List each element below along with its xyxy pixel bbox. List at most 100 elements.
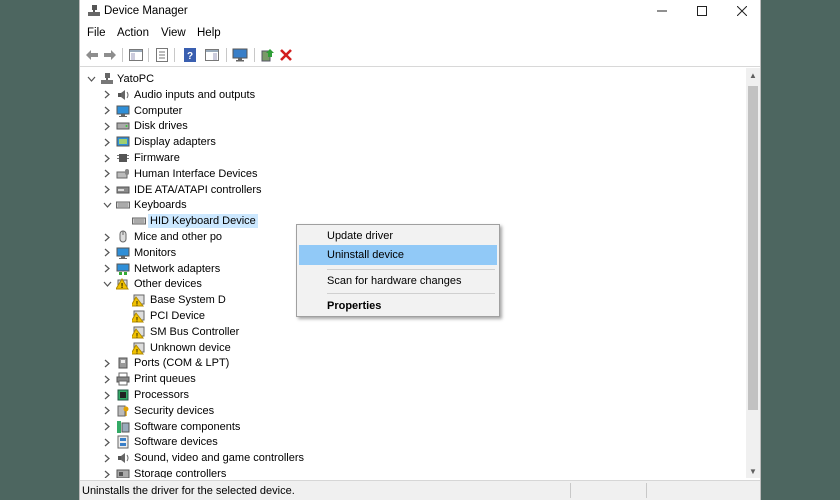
mouse-icon <box>119 230 127 243</box>
tree-category-label: Software devices <box>134 436 218 449</box>
tree-category-row[interactable]: Keyboards <box>80 197 380 213</box>
tree-category-row[interactable]: Firmware <box>80 150 380 166</box>
back-button[interactable] <box>84 47 100 63</box>
scan-hardware-button[interactable] <box>232 47 248 63</box>
tree-category-row[interactable]: Storage controllers <box>80 466 380 478</box>
maximize-icon <box>697 6 707 16</box>
svg-text:!: ! <box>136 318 138 324</box>
window-title: Device Manager <box>104 5 188 17</box>
menu-item-uninstall-device[interactable]: Uninstall device <box>299 245 497 265</box>
maximize-button[interactable] <box>682 0 722 22</box>
computer-monitor-icon <box>116 105 130 117</box>
storage-controller-icon <box>116 469 130 478</box>
svg-text:!: ! <box>136 302 138 308</box>
tree-category-row[interactable]: Processors <box>80 387 380 403</box>
tree-category-label: Audio inputs and outputs <box>134 88 256 101</box>
collapsed-chevron-icon[interactable] <box>102 150 112 166</box>
collapsed-chevron-icon[interactable] <box>102 466 112 478</box>
status-bar: Uninstalls the driver for the selected d… <box>80 480 760 500</box>
tree-device-row[interactable]: ! Unknown device <box>80 340 380 356</box>
collapsed-chevron-icon[interactable] <box>102 434 112 450</box>
collapsed-chevron-icon[interactable] <box>102 371 112 387</box>
scroll-up-arrow-icon[interactable]: ▲ <box>746 68 760 82</box>
tree-category-row[interactable]: Display adapters <box>80 134 380 150</box>
tree-category-row[interactable]: Security devices <box>80 403 380 419</box>
tree-device-label: Unknown device <box>150 341 231 354</box>
collapsed-chevron-icon[interactable] <box>102 261 112 277</box>
status-divider <box>646 483 647 498</box>
collapsed-chevron-icon[interactable] <box>102 229 112 245</box>
tree-category-row[interactable]: Disk drives <box>80 118 380 134</box>
collapsed-chevron-icon[interactable] <box>102 103 112 119</box>
menu-view[interactable]: View <box>161 27 186 39</box>
firmware-chip-icon <box>117 154 129 162</box>
tree-category-row[interactable]: Sound, video and game controllers <box>80 450 380 466</box>
tree-device-row[interactable]: ! SM Bus Controller <box>80 324 380 340</box>
uninstall-device-button[interactable] <box>278 47 294 63</box>
svg-text:!: ! <box>136 333 138 339</box>
collapsed-chevron-icon[interactable] <box>102 355 112 371</box>
menu-help[interactable]: Help <box>197 27 221 39</box>
tree-category-row[interactable]: Ports (COM & LPT) <box>80 355 380 371</box>
tree-category-label: Print queues <box>134 373 196 386</box>
collapsed-chevron-icon[interactable] <box>102 134 112 150</box>
show-hide-console-tree-button[interactable] <box>128 47 144 63</box>
help-toolbar-button[interactable]: ? <box>182 47 198 63</box>
device-manager-window: Device Manager File Action View Help ? Y… <box>79 0 761 500</box>
update-driver-button[interactable] <box>260 47 276 63</box>
vertical-scrollbar[interactable]: ▲ ▼ <box>746 68 760 478</box>
close-button[interactable] <box>722 0 760 22</box>
toolbar: ? <box>80 44 760 67</box>
tree-root-label: YatoPC <box>117 73 155 85</box>
scroll-thumb[interactable] <box>748 86 758 410</box>
tree-category-label: Software components <box>134 420 241 433</box>
tree-category-row[interactable]: Computer <box>80 103 380 119</box>
expanded-chevron-icon[interactable] <box>86 71 96 87</box>
network-adapter-icon <box>116 263 130 275</box>
tree-category-row[interactable]: Human Interface Devices <box>80 166 380 182</box>
collapsed-chevron-icon[interactable] <box>102 419 112 435</box>
help-icon: ? <box>184 48 196 62</box>
tree-category-row[interactable]: Software components <box>80 419 380 435</box>
menu-item-scan-hardware[interactable]: Scan for hardware changes <box>299 271 497 291</box>
keyboard-icon <box>116 201 130 209</box>
tree-category-label: Processors <box>134 389 190 401</box>
disk-drive-icon <box>116 122 130 130</box>
collapsed-chevron-icon[interactable] <box>102 245 112 261</box>
expanded-chevron-icon[interactable] <box>102 197 112 213</box>
software-component-icon <box>117 420 130 433</box>
collapsed-chevron-icon[interactable] <box>102 450 112 466</box>
tree-category-row[interactable]: Print queues <box>80 371 380 387</box>
scroll-down-arrow-icon[interactable]: ▼ <box>746 464 760 478</box>
tree-device-label: Base System D <box>150 294 226 307</box>
collapsed-chevron-icon[interactable] <box>102 166 112 182</box>
collapsed-chevron-icon[interactable] <box>102 403 112 419</box>
port-icon <box>118 357 128 369</box>
collapsed-chevron-icon[interactable] <box>102 87 112 103</box>
tree-category-label: Storage controllers <box>134 468 227 478</box>
minimize-button[interactable] <box>642 0 682 22</box>
menu-item-update-driver[interactable]: Update driver <box>299 226 497 246</box>
tree-device-label: SM Bus Controller <box>150 325 240 338</box>
keyboard-icon <box>132 217 146 225</box>
menu-file[interactable]: File <box>87 27 106 39</box>
expanded-chevron-icon[interactable] <box>102 276 112 292</box>
action-pane-icon <box>205 49 219 61</box>
tree-category-row[interactable]: Software devices <box>80 434 380 450</box>
tree-category-label: Keyboards <box>134 199 187 212</box>
tree-root-row[interactable]: YatoPC <box>80 71 380 87</box>
tree-category-row[interactable]: Audio inputs and outputs <box>80 87 380 103</box>
warning-device-icon: ! <box>132 310 145 324</box>
properties-toolbar-button[interactable] <box>154 47 170 63</box>
collapsed-chevron-icon[interactable] <box>102 118 112 134</box>
tree-category-label: Disk drives <box>134 120 188 133</box>
tree-category-row[interactable]: IDE ATA/ATAPI controllers <box>80 182 380 198</box>
red-x-icon <box>280 49 292 61</box>
collapsed-chevron-icon[interactable] <box>102 182 112 198</box>
action-pane-button[interactable] <box>204 47 220 63</box>
menu-item-properties[interactable]: Properties <box>299 296 497 316</box>
close-icon <box>737 6 747 16</box>
collapsed-chevron-icon[interactable] <box>102 387 112 403</box>
forward-button[interactable] <box>102 47 118 63</box>
menu-action[interactable]: Action <box>117 27 149 39</box>
